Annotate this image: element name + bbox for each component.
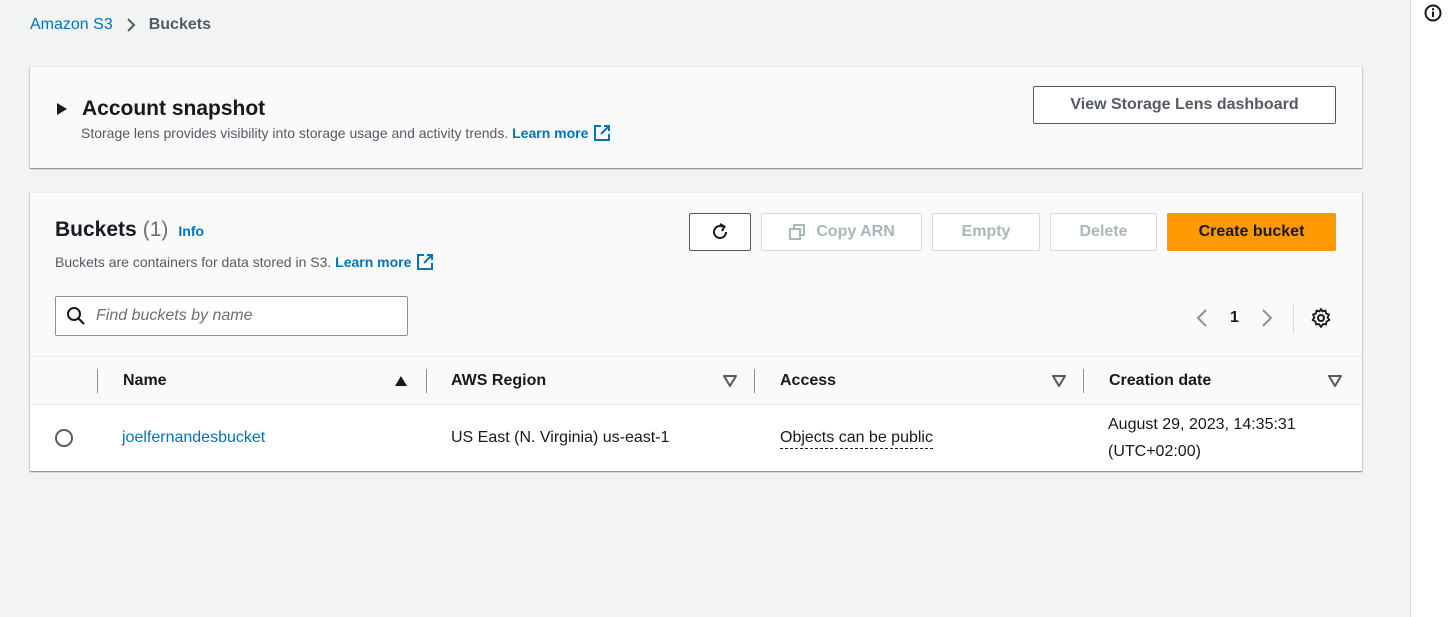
row-select-cell: [55, 405, 73, 471]
view-storage-lens-button[interactable]: View Storage Lens dashboard: [1033, 86, 1336, 124]
snapshot-description-text: Storage lens provides visibility into st…: [81, 125, 509, 141]
buckets-info-link[interactable]: Info: [178, 223, 204, 239]
bucket-creation-date: August 29, 2023, 14:35:31 (UTC+02:00): [1108, 416, 1296, 460]
table-header: Name AWS Region Access Creation date: [30, 356, 1362, 405]
refresh-button[interactable]: [689, 213, 751, 251]
sort-descending-icon[interactable]: [723, 374, 737, 388]
buckets-panel: Buckets (1) Info Buckets are containers …: [30, 192, 1362, 471]
breadcrumb: Amazon S3 Buckets: [30, 16, 211, 34]
account-snapshot-title: Account snapshot: [82, 97, 266, 120]
delete-button[interactable]: Delete: [1050, 213, 1157, 251]
copy-arn-button[interactable]: Copy ARN: [761, 213, 922, 251]
gear-icon[interactable]: [1308, 305, 1334, 331]
buckets-title: Buckets: [55, 218, 137, 241]
bucket-creation-date-cell: August 29, 2023, 14:35:31 (UTC+02:00): [1108, 405, 1296, 471]
chevron-left-icon[interactable]: [1190, 306, 1214, 330]
buckets-header: Buckets (1) Info: [55, 218, 204, 242]
column-separator: [426, 369, 427, 393]
column-separator: [754, 369, 755, 393]
pagination: 1: [1190, 303, 1334, 333]
bucket-access-value[interactable]: Objects can be public: [780, 428, 933, 449]
pagination-divider: [1292, 303, 1294, 333]
column-header-region[interactable]: AWS Region: [451, 357, 546, 404]
buckets-description: Buckets are containers for data stored i…: [55, 253, 434, 271]
breadcrumb-amazon-s3[interactable]: Amazon S3: [30, 16, 113, 34]
chevron-right-icon: [125, 17, 137, 33]
snapshot-learn-more-link[interactable]: Learn more: [512, 124, 611, 142]
chevron-right-icon[interactable]: [1255, 306, 1279, 330]
row-radio[interactable]: [55, 429, 73, 447]
copy-icon: [788, 223, 806, 241]
empty-button[interactable]: Empty: [932, 213, 1040, 251]
caret-right-icon: [56, 102, 68, 116]
search-box[interactable]: [55, 296, 408, 336]
column-separator: [1083, 369, 1084, 393]
table-row[interactable]: joelfernandesbucket US East (N. Virginia…: [30, 405, 1362, 471]
column-header-access[interactable]: Access: [780, 357, 836, 404]
bucket-name-link[interactable]: joelfernandesbucket: [122, 429, 265, 447]
column-header-name[interactable]: Name: [123, 357, 167, 404]
refresh-icon: [710, 222, 730, 242]
bucket-name-cell: joelfernandesbucket: [122, 405, 265, 471]
right-tools-rail: [1410, 0, 1449, 617]
buckets-table: Name AWS Region Access Creation date joe…: [30, 356, 1362, 471]
external-link-icon: [593, 124, 611, 142]
search-icon: [66, 306, 86, 326]
account-snapshot-description: Storage lens provides visibility into st…: [81, 124, 611, 142]
column-separator: [97, 369, 98, 393]
account-snapshot-panel: Account snapshot Storage lens provides v…: [30, 66, 1362, 168]
copy-arn-label: Copy ARN: [816, 223, 895, 240]
snapshot-learn-more-label: Learn more: [512, 125, 589, 141]
sort-ascending-icon[interactable]: [394, 374, 408, 388]
external-link-icon: [416, 253, 434, 271]
account-snapshot-toggle[interactable]: Account snapshot: [56, 97, 265, 121]
bucket-access-cell: Objects can be public: [780, 405, 933, 471]
buckets-description-text: Buckets are containers for data stored i…: [55, 254, 332, 270]
sort-descending-icon[interactable]: [1328, 374, 1342, 388]
buckets-learn-more-link[interactable]: Learn more: [335, 253, 434, 271]
create-bucket-button[interactable]: Create bucket: [1167, 213, 1336, 251]
sort-descending-icon[interactable]: [1052, 374, 1066, 388]
buckets-learn-more-label: Learn more: [335, 254, 412, 270]
breadcrumb-buckets: Buckets: [148, 16, 211, 33]
search-input[interactable]: [96, 307, 396, 325]
column-header-creation-date[interactable]: Creation date: [1109, 357, 1211, 404]
buckets-count: (1): [142, 218, 169, 241]
bucket-region-cell: US East (N. Virginia) us-east-1: [451, 429, 670, 446]
main-content: Amazon S3 Buckets Account snapshot Stora…: [0, 0, 1410, 617]
page-number[interactable]: 1: [1230, 309, 1239, 327]
info-icon[interactable]: [1424, 4, 1442, 22]
